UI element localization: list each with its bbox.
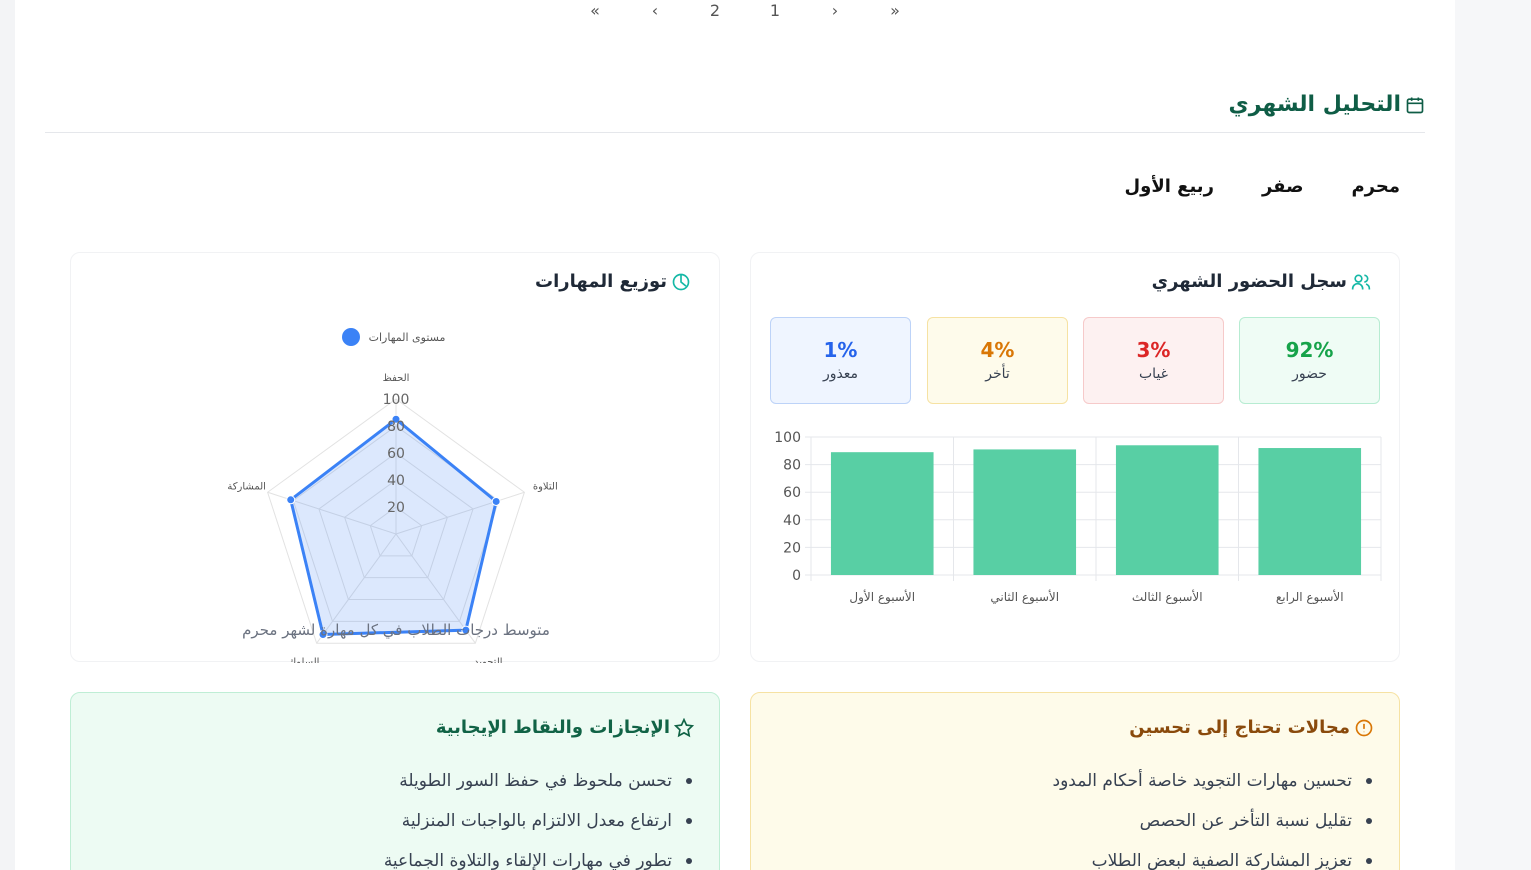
skills-card: توزيع المهارات 20 40 60 80 100 الحفظ التلاوة ال… xyxy=(70,252,720,663)
list-item: ارتفاع معدل الالتزام بالواجبات المنزلية xyxy=(384,801,694,841)
axis-label: السلوك xyxy=(288,657,319,663)
tab-month-3[interactable]: ربيع الأول xyxy=(1125,176,1214,197)
tab-month-2[interactable]: صفر xyxy=(1262,176,1304,197)
pagination-first[interactable]: « xyxy=(575,1,615,20)
achievements-heading: الإنجازات والنقاط الإيجابية xyxy=(436,717,694,738)
improvements-box: مجالات تحتاج إلى تحسين تحسين مهارات التج… xyxy=(750,692,1400,870)
x-tick-label: الأسبوع الرابع xyxy=(1276,589,1344,605)
list-item: تحسين مهارات التجويد خاصة أحكام المدود xyxy=(1053,761,1374,801)
section-title: التحليل الشهري xyxy=(1228,92,1401,117)
legend-label: مستوى المهارات xyxy=(369,331,446,344)
calendar-icon xyxy=(1406,97,1424,113)
list-item: تعزيز المشاركة الصفية لبعض الطلاب xyxy=(1053,841,1374,870)
attendance-card: سجل الحضور الشهري 92% حضور 3% غياب 4% تأخر … xyxy=(750,252,1400,662)
r-tick-label: 80 xyxy=(387,419,405,435)
achievements-list: تحسن ملحوظ في حفظ السور الطويلة ارتفاع م… xyxy=(384,761,694,870)
y-tick-label: 80 xyxy=(783,458,801,474)
axis-label: المشاركة xyxy=(227,481,266,492)
radar-caption: متوسط درجات الطلاب في كل مهارة لشهر محرم xyxy=(242,621,550,639)
month-tabs: محرم صفر ربيع الأول xyxy=(1125,176,1400,197)
divider xyxy=(45,132,1425,133)
y-tick-label: 0 xyxy=(792,568,801,584)
attendance-bar-chart: 0 20 40 60 80 100 الأسبوع الأول الأسبوع الثاني ا… xyxy=(774,430,1382,605)
y-tick-label: 100 xyxy=(774,430,801,446)
axis-label: الحفظ xyxy=(383,373,410,384)
bar xyxy=(1115,445,1219,575)
y-tick-label: 20 xyxy=(783,540,801,556)
section-heading: التحليل الشهري xyxy=(1229,92,1425,117)
pagination-page-2[interactable]: 2 xyxy=(695,1,735,20)
star-icon xyxy=(674,717,694,737)
sidebar xyxy=(1455,0,1531,870)
pagination-prev[interactable]: ‹ xyxy=(635,1,675,20)
achievements-box: الإنجازات والنقاط الإيجابية تحسن ملحوظ ف… xyxy=(70,692,720,870)
y-tick-label: 60 xyxy=(783,485,801,501)
list-item: تحسن ملحوظ في حفظ السور الطويلة xyxy=(384,761,694,801)
bar xyxy=(830,452,934,575)
tab-month-1[interactable]: محرم xyxy=(1351,176,1400,197)
r-tick-label: 20 xyxy=(387,500,405,516)
x-tick-label: الأسبوع الثاني xyxy=(990,589,1059,605)
x-tick-label: الأسبوع الأول xyxy=(849,589,915,605)
r-tick-label: 100 xyxy=(383,392,410,408)
pagination: « ‹ 2 1 › » xyxy=(575,0,915,20)
y-tick-label: 40 xyxy=(783,513,801,529)
improvements-heading: مجالات تحتاج إلى تحسين xyxy=(1129,717,1374,738)
achievements-title: الإنجازات والنقاط الإيجابية xyxy=(435,717,670,738)
axis-label: التلاوة xyxy=(533,481,558,492)
legend-swatch xyxy=(342,328,360,346)
radar-point xyxy=(491,496,501,506)
alert-circle-icon xyxy=(1355,719,1373,736)
r-tick-label: 60 xyxy=(387,446,405,462)
bar xyxy=(973,449,1077,575)
pagination-next[interactable]: › xyxy=(815,1,855,20)
list-item: تطور في مهارات الإلقاء والتلاوة الجماعية xyxy=(384,841,694,870)
x-tick-label: الأسبوع الثالث xyxy=(1132,589,1203,605)
radar-point xyxy=(286,495,296,505)
list-item: تقليل نسبة التأخر عن الحصص xyxy=(1053,801,1374,841)
improvements-title: مجالات تحتاج إلى تحسين xyxy=(1129,717,1350,738)
r-tick-label: 40 xyxy=(387,473,405,489)
bar xyxy=(1258,448,1362,575)
main-content: « ‹ 2 1 › » التحليل الشهري محرم صفر ربيع… xyxy=(15,0,1455,870)
axis-label: التجويد xyxy=(474,657,503,663)
pagination-page-1[interactable]: 1 xyxy=(755,1,795,20)
improvements-list: تحسين مهارات التجويد خاصة أحكام المدود ت… xyxy=(1053,761,1374,870)
skills-radar-chart: 20 40 60 80 100 الحفظ التلاوة التجويد السلوك المش… xyxy=(227,328,558,663)
pagination-last[interactable]: » xyxy=(875,1,915,20)
